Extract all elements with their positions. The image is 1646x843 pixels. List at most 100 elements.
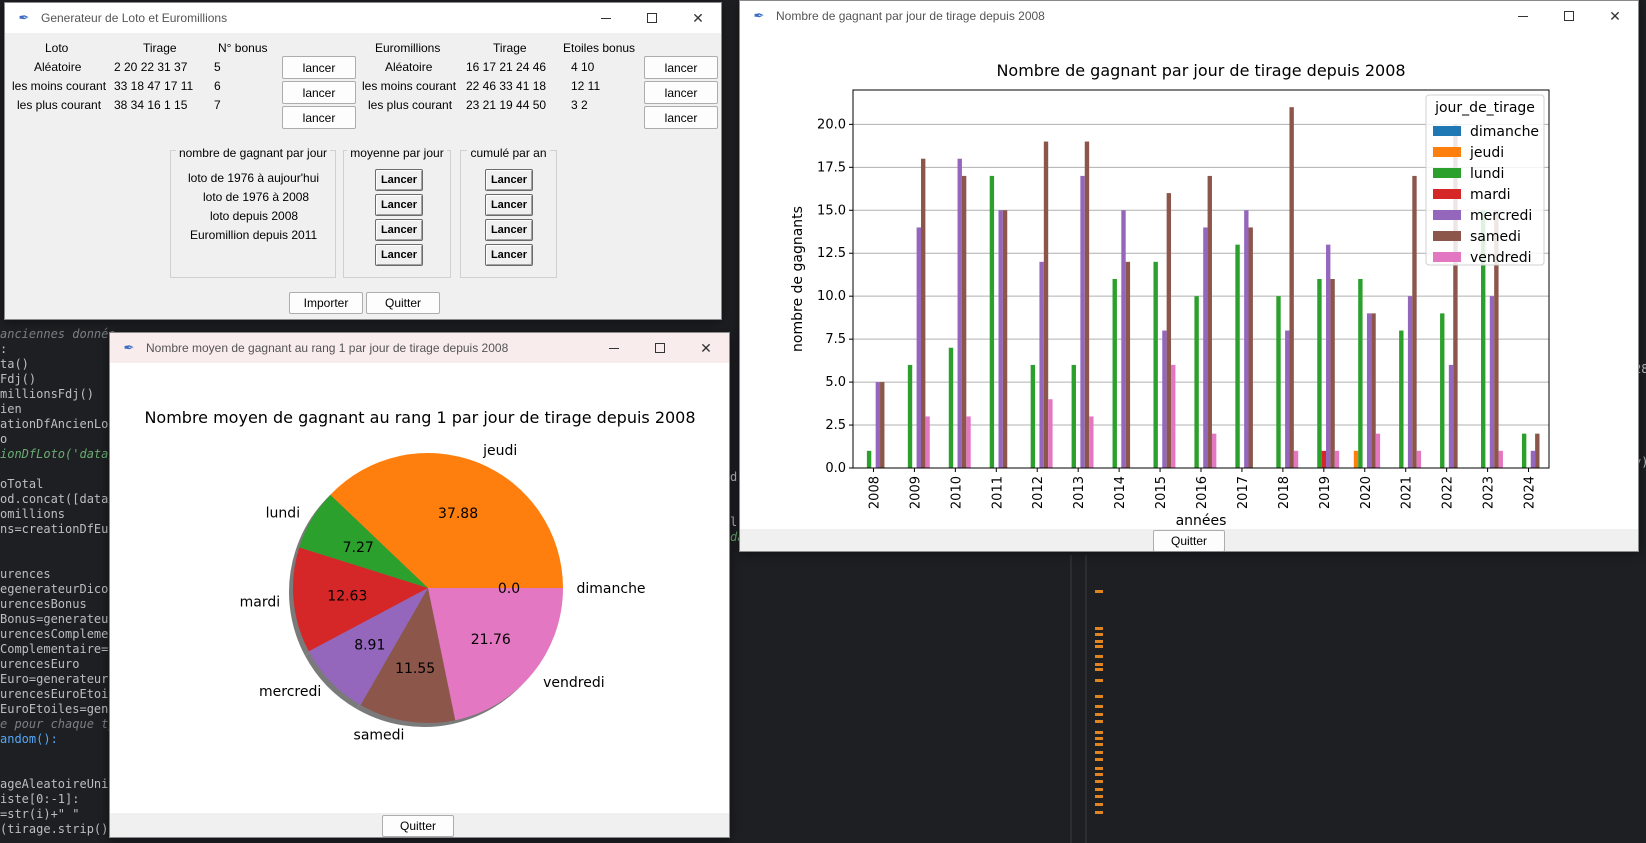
code-line: urencesEuro	[0, 657, 80, 671]
moyenne-lancer-button[interactable]: Lancer	[375, 194, 423, 216]
bar-chart-titlebar[interactable]: ✒ Nombre de gagnant par jour de tirage d…	[740, 1, 1638, 31]
bar-lundi	[1112, 279, 1117, 468]
x-tick-label: 2024	[1523, 476, 1538, 509]
bar-vendredi	[1048, 399, 1053, 468]
y-tick-label: 5.0	[825, 375, 846, 390]
x-tick-label: 2022	[1441, 476, 1456, 509]
euro-tirage-header: Tirage	[493, 41, 527, 55]
scrollbar-marker	[1095, 751, 1103, 754]
bar-quit-button[interactable]: Quitter	[1153, 530, 1225, 551]
minimize-button[interactable]	[583, 3, 629, 33]
pie-category-label: mercredi	[259, 684, 321, 700]
x-tick-label: 2015	[1154, 476, 1169, 509]
close-button[interactable]: ✕	[683, 333, 729, 363]
bar-lundi	[948, 347, 954, 468]
loto-random-lancer-button[interactable]: lancer	[282, 56, 356, 79]
feather-icon: ✒	[18, 10, 30, 25]
scrollbar-marker	[1095, 705, 1103, 708]
code-line: iste[0:-1]:	[0, 792, 80, 806]
cumule-lancer-button[interactable]: Lancer	[485, 244, 533, 266]
editor-scrollbar-markers[interactable]	[1095, 555, 1103, 843]
euro-row-tirage: 22 46 33 41 18	[466, 79, 547, 93]
code-line: ien	[0, 402, 22, 416]
loto-row-bonus: 6	[214, 79, 221, 93]
legend-swatch	[1433, 252, 1461, 262]
feather-icon: ✒	[123, 340, 135, 355]
maximize-button[interactable]	[629, 3, 675, 33]
euro-row-tirage: 23 21 19 44 50	[466, 98, 547, 112]
bar-lundi	[1153, 261, 1158, 468]
generator-titlebar[interactable]: ✒ Generateur de Loto et Euromillions ✕	[5, 3, 721, 33]
bar-samedi	[1289, 107, 1294, 468]
pie-value-label: 21.76	[471, 632, 511, 648]
bar-mercredi	[1039, 261, 1044, 468]
code-line: millionsFdj()	[0, 387, 94, 401]
legend-swatch	[1433, 189, 1461, 199]
code-line: egenerateurDicoO	[0, 582, 116, 596]
loto-bonus-header: N° bonus	[218, 41, 268, 55]
minimize-icon	[1518, 15, 1528, 17]
euro-row-label: les moins courant	[362, 79, 457, 93]
legend-label: lundi	[1470, 166, 1504, 182]
frame-title: nombre de gagnant par jour	[175, 146, 331, 160]
bar-chart: Nombre de gagnant par jour de tirage dep…	[790, 61, 1550, 529]
legend-label: vendredi	[1470, 250, 1532, 266]
chart-title: Nombre moyen de gagnant au rang 1 par jo…	[144, 408, 695, 427]
quit-button[interactable]: Quitter	[366, 292, 440, 314]
pie-quit-button[interactable]: Quitter	[382, 815, 454, 837]
loto-least-lancer-button[interactable]: lancer	[282, 81, 356, 104]
minimize-button[interactable]	[591, 333, 637, 363]
cumule-lancer-button[interactable]: Lancer	[485, 219, 533, 241]
scrollbar-marker	[1095, 590, 1103, 593]
pie-value-label: 7.27	[343, 540, 374, 556]
close-button[interactable]: ✕	[675, 3, 721, 33]
loto-row-bonus: 7	[214, 98, 221, 112]
code-line: o	[0, 432, 8, 446]
euro-row-label: Aléatoire	[385, 60, 433, 74]
x-tick-label: 2016	[1195, 476, 1210, 509]
cumule-lancer-button[interactable]: Lancer	[485, 169, 533, 191]
euro-least-lancer-button[interactable]: lancer	[644, 81, 718, 104]
x-tick-label: 2017	[1236, 476, 1251, 509]
x-tick-label: 2010	[949, 476, 964, 509]
code-line: d	[730, 470, 738, 484]
scrollbar-marker	[1095, 655, 1103, 658]
cumule-lancer-button[interactable]: Lancer	[485, 194, 533, 216]
x-tick-label: 2013	[1072, 476, 1087, 509]
bar-samedi	[1412, 175, 1417, 468]
import-button[interactable]: Importer	[289, 292, 363, 314]
close-button[interactable]: ✕	[1592, 1, 1638, 31]
scrollbar-marker	[1095, 633, 1103, 636]
bar-lundi	[1071, 364, 1076, 468]
maximize-icon	[647, 13, 657, 23]
moyenne-lancer-button[interactable]: Lancer	[375, 219, 423, 241]
pie-value-label: 8.91	[354, 637, 385, 653]
scrollbar-marker	[1095, 695, 1103, 698]
euro-bonus-header: Etoiles bonus	[563, 41, 636, 55]
y-axis-label: nombre de gagnants	[790, 206, 806, 352]
moyenne-lancer-button[interactable]: Lancer	[375, 244, 423, 266]
euro-row-bonus: 3 2	[571, 98, 588, 112]
y-tick-label: 12.5	[817, 246, 846, 261]
bar-samedi	[920, 158, 926, 468]
y-tick-label: 20.0	[817, 117, 846, 132]
maximize-button[interactable]	[637, 333, 683, 363]
maximize-button[interactable]	[1546, 1, 1592, 31]
euro-row-label: les plus courant	[368, 98, 453, 112]
moyenne-lancer-button[interactable]: Lancer	[375, 169, 423, 191]
bar-vendredi	[1293, 450, 1299, 468]
x-tick-label: 2012	[1031, 476, 1046, 509]
bar-lundi	[1358, 279, 1363, 468]
pie-chart-titlebar[interactable]: ✒ Nombre moyen de gagnant au rang 1 par …	[110, 333, 729, 363]
euro-random-lancer-button[interactable]: lancer	[644, 56, 718, 79]
minimize-button[interactable]	[1500, 1, 1546, 31]
euro-most-lancer-button[interactable]: lancer	[644, 106, 718, 129]
bar-lundi	[1440, 313, 1445, 468]
loto-most-lancer-button[interactable]: lancer	[282, 106, 356, 129]
bar-samedi	[1535, 433, 1540, 468]
bar-samedi	[880, 382, 885, 468]
window-title: Nombre moyen de gagnant au rang 1 par jo…	[146, 341, 509, 355]
bar-vendredi	[1171, 364, 1176, 468]
bar-chart-window: ✒ Nombre de gagnant par jour de tirage d…	[739, 0, 1639, 552]
code-line: ns=creationDfEur	[0, 522, 116, 536]
